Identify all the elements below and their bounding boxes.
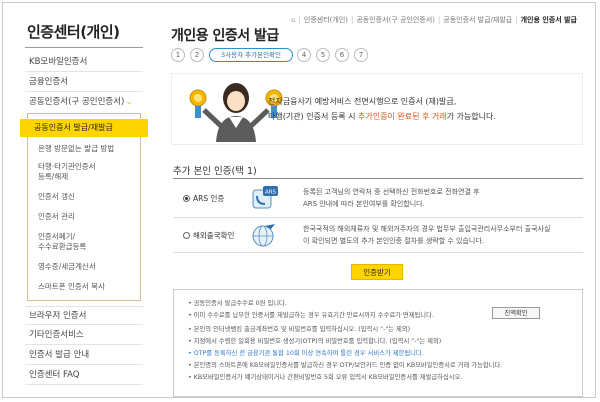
sidebar-title: 인증센터(개인) — [27, 23, 120, 41]
step-6: 6 — [335, 48, 349, 62]
sidebar-item-label: 인증센터 FAQ — [29, 370, 80, 380]
ars-desc-1: 등록된 고객님의 연락처 중 선택하신 전화번호로 전화연결 후 — [303, 188, 480, 196]
info-line: • 본인명의 스마트폰에 KB모바일인증서를 발급하신 경우 OTP/보안카드 … — [188, 362, 503, 369]
sidebar-item-label: 인증서 발급 안내 — [29, 350, 90, 360]
submenu-item-renew[interactable]: 인증서 갱신 — [38, 192, 75, 202]
submenu-item-receipt[interactable]: 영수증/세금계산서 — [38, 262, 96, 272]
submenu-item-smartphone-copy[interactable]: 스마트폰 인증서 복사 — [38, 282, 105, 292]
globe-plane-icon — [252, 224, 275, 247]
info-line: • 공동인증서 발급수수료 0원 입니다. — [188, 300, 287, 307]
overseas-radio[interactable] — [183, 232, 190, 239]
submenu-item-revoke-2[interactable]: 수수료환급등록 — [38, 242, 86, 252]
page-title: 개인용 인증서 발급 — [171, 28, 279, 44]
ars-desc-2: ARS 안내에 따라 본인여부를 확인합니다. — [303, 200, 425, 208]
ars-radio[interactable] — [183, 195, 190, 202]
person-with-medals-illustration — [189, 83, 283, 142]
info-line: • 이미 수수료를 납부한 인증서를 재발급하는 경우 유효기간 만료시까지 수… — [188, 312, 434, 319]
home-icon[interactable]: ⌂ — [291, 16, 295, 24]
breadcrumb-item[interactable]: 공동인증서(구 공인인증서) — [356, 16, 435, 24]
sidebar-item-other-services[interactable]: 기타인증서비스 — [25, 326, 143, 345]
sidebar-item-label: 공동인증서(구 공인인증서) — [29, 97, 125, 107]
notice-text-2: 타행(기관) 인증서 등록 시 추가인증이 완료된 후 거래가 가능합니다. — [268, 112, 496, 121]
submenu-joint-cert: 공동인증서 발급/재발급 은행 방문없는 발급 방법 타행·타기관인증서 등록/… — [20, 113, 148, 301]
step-2: 2 — [190, 48, 204, 62]
sidebar-item-financial-cert[interactable]: 금융인증서 — [25, 73, 143, 92]
overseas-desc-2: 이 확인되면 별도의 추가 본인인증 절차를 생략할 수 있습니다. — [303, 237, 485, 245]
ars-phone-icon: ARS — [252, 186, 278, 209]
sidebar-item-kb-mobile[interactable]: KB모바일인증서 — [25, 53, 143, 72]
sidebar-item-label: 브라우저 인증서 — [29, 311, 87, 321]
info-box: • 공동인증서 발급수수료 0원 입니다. • 이미 수수료를 납부한 인증서를… — [173, 289, 583, 397]
chevron-down-icon: ⌄ — [125, 97, 133, 107]
page-frame: 인증센터(개인) KB모바일인증서 금융인증서 공동인증서(구 공인인증서)⌄ … — [2, 2, 596, 398]
step-4: 4 — [297, 48, 311, 62]
step-3-active: 3사용자 추가본인확인 — [209, 48, 293, 62]
notice-banner — [171, 73, 583, 145]
section-title: 추가 본인 인증(택 1) — [173, 166, 257, 177]
sidebar: 인증센터(개인) KB모바일인증서 금융인증서 공동인증서(구 공인인증서)⌄ … — [3, 3, 151, 397]
overseas-desc-1: 한국국적의 해외체류자 및 해외거주자의 경우 법무부 출입국관리사무소부터 출… — [303, 225, 551, 233]
breadcrumb-current: 개인용 인증서 발급 — [520, 16, 577, 24]
sidebar-item-browser-cert[interactable]: 브라우저 인증서 — [25, 306, 143, 325]
breadcrumb-item[interactable]: 인증센터(개인) — [304, 16, 348, 24]
info-line: • 지점에서 수령한 일회용 비밀번호 생성기(OTP)의 비밀번호를 입력합니… — [188, 338, 442, 345]
step-1: 1 — [171, 48, 185, 62]
sidebar-item-label: 기타인증서비스 — [29, 330, 84, 340]
sidebar-item-label: KB모바일인증서 — [29, 57, 88, 67]
submenu-item-other-bank-2[interactable]: 등록/해제 — [38, 172, 68, 182]
sidebar-item-joint-cert[interactable]: 공동인증서(구 공인인증서)⌄ — [25, 93, 143, 112]
option-overseas[interactable]: 해외출국확인 한국국적의 해외체류자 및 해외거주자의 경우 법무부 출입국관리… — [173, 218, 583, 253]
overseas-label[interactable]: 해외출국확인 — [193, 230, 234, 241]
notice-text-1: 전자금융사기 예방서비스 전면시행으로 인증서 (재)발급, — [268, 97, 457, 106]
breadcrumb-item[interactable]: 공동인증서 발급/재발급 — [443, 16, 512, 24]
submenu-item-revoke[interactable]: 인증서폐기/ — [38, 232, 75, 242]
breadcrumb: ⌂ | 인증센터(개인) | 공동인증서(구 공인인증서) | 공동인증서 발급/재발급 | 개… — [291, 16, 577, 24]
sidebar-item-issue-guide[interactable]: 인증서 발급 안내 — [25, 346, 143, 365]
sidebar-item-faq[interactable]: 인증센터 FAQ — [25, 366, 143, 385]
info-line-warning: • OTP를 등록하신 전 금융기관 통합 10회 이상 연속하여 틀린 경우 … — [188, 350, 424, 357]
submenu-item-manage[interactable]: 인증서 관리 — [38, 212, 75, 222]
ars-label[interactable]: ARS 인증 — [193, 193, 224, 204]
sidebar-item-label: 금융인증서 — [29, 77, 69, 87]
step-5: 5 — [316, 48, 330, 62]
info-line: • KB모바일인증서가 폐기상태이거나 간편비밀번호 5회 오류 입력시 KB모… — [188, 374, 463, 381]
sidebar-divider — [25, 47, 143, 48]
option-ars[interactable]: ARS 인증 ARS 등록된 고객님의 연락처 중 선택하신 전화번호로 전화연… — [173, 179, 583, 218]
svg-text:ARS: ARS — [265, 190, 277, 196]
notice-highlight: 추가인증이 완료된 후 거래 — [358, 112, 447, 121]
submenu-item-no-visit[interactable]: 은행 방문없는 발급 방법 — [38, 144, 114, 154]
verify-button[interactable]: 진액확인 — [492, 307, 540, 319]
submenu-item-issue[interactable]: 공동인증서 발급/재발급 — [20, 119, 148, 137]
authenticate-button[interactable]: 인증받기 — [351, 264, 403, 280]
step-7: 7 — [354, 48, 368, 62]
info-line: • 본인의 인터넷뱅킹 출금계좌번호 및 비밀번호를 입력하십시오. (입력시 … — [188, 326, 411, 333]
submenu-item-other-bank[interactable]: 타행·타기관인증서 — [38, 162, 96, 172]
